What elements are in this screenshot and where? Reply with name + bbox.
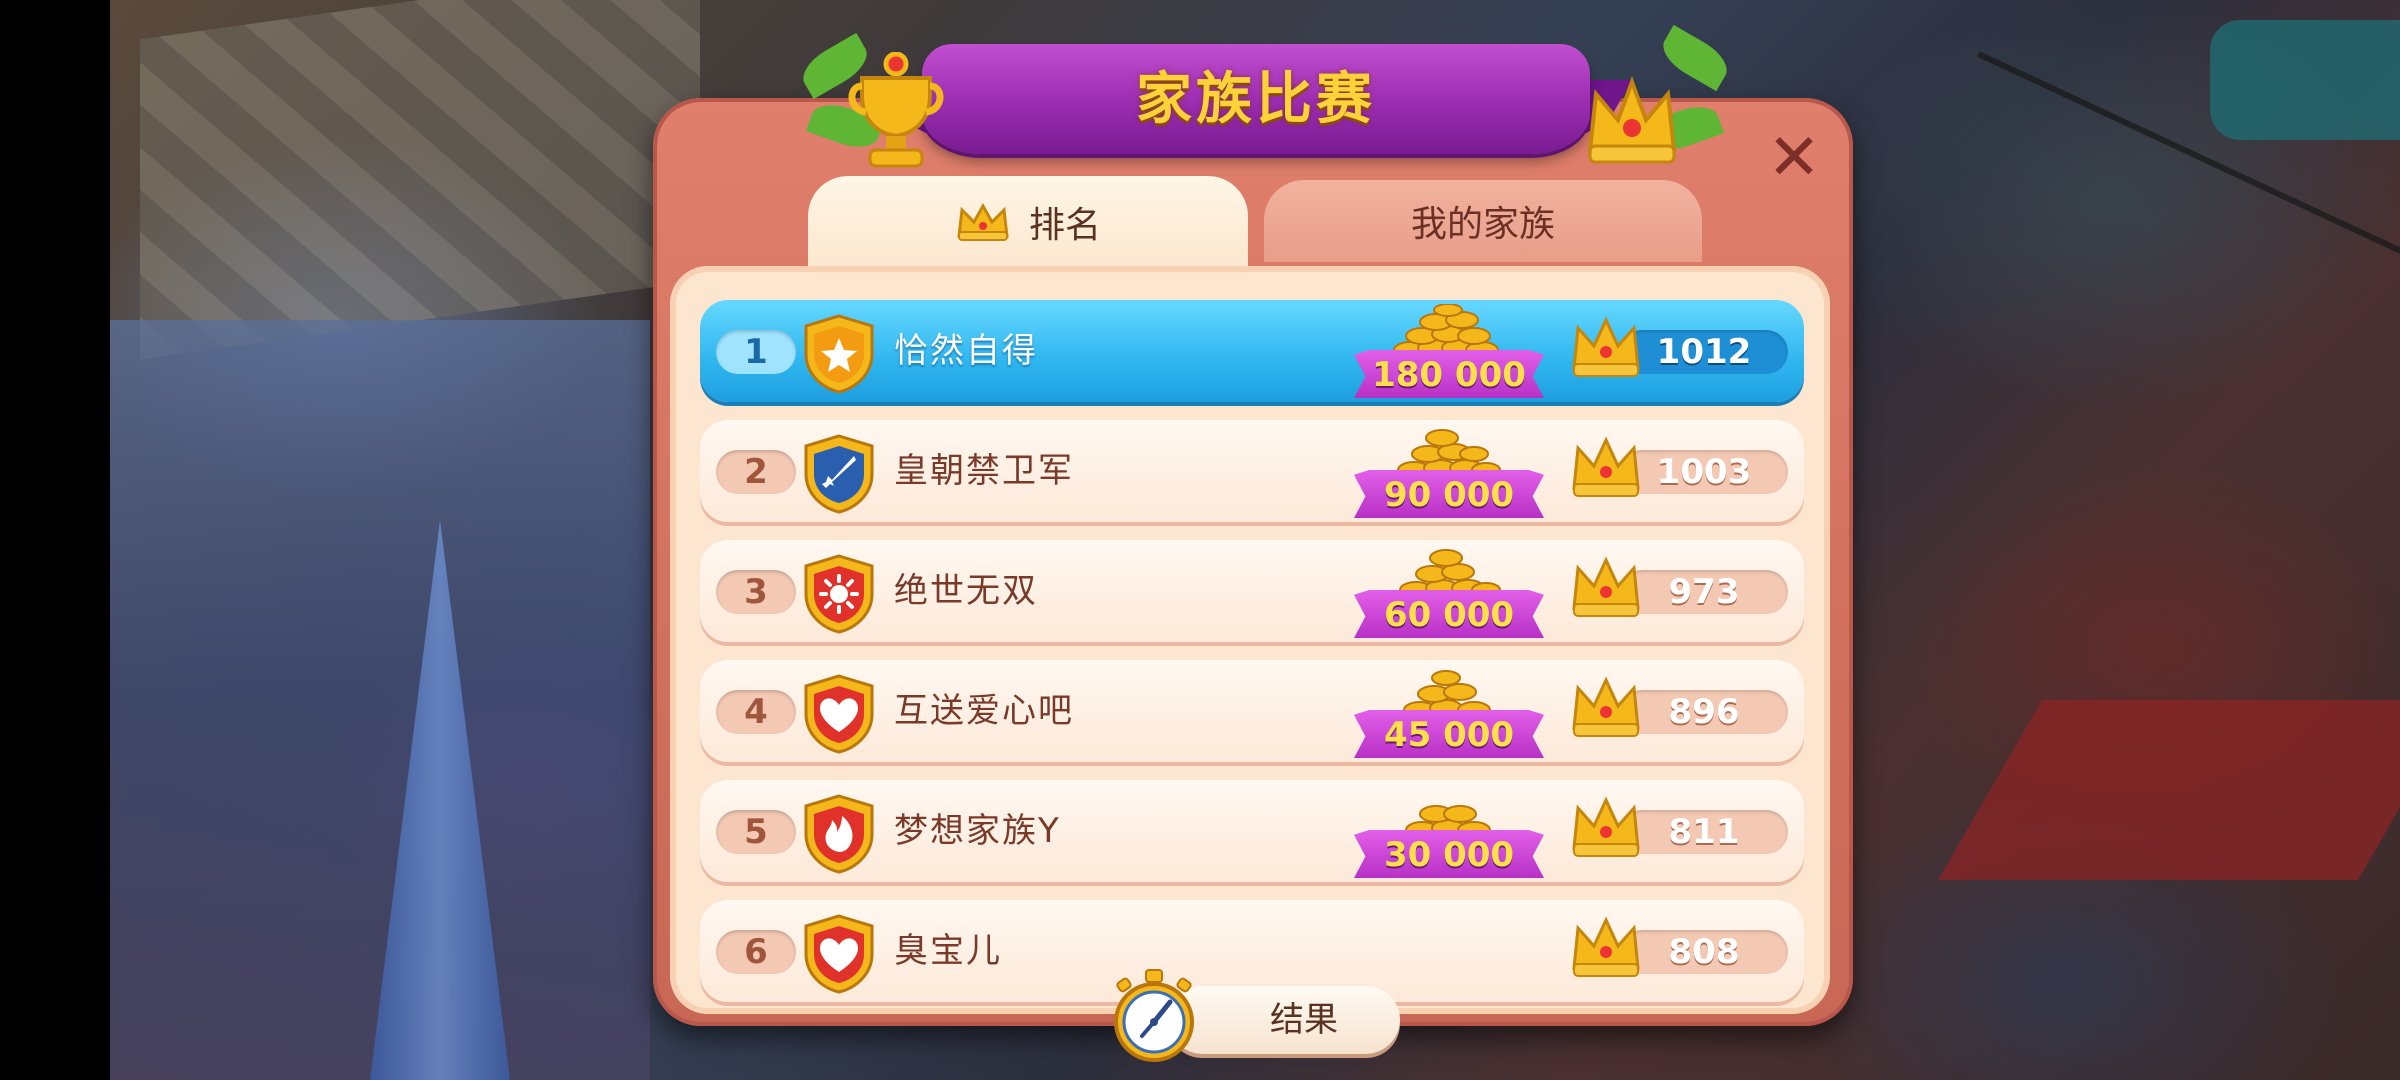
- close-button[interactable]: ✕: [1764, 126, 1824, 190]
- tab-ranking-label: 排名: [1028, 205, 1101, 246]
- stopwatch-icon: [1114, 969, 1194, 1062]
- red-rug: [1938, 700, 2400, 880]
- sun-shield-icon: [804, 554, 874, 634]
- clan-name: 臭宝儿: [894, 931, 1002, 971]
- reward-amount: 45 000: [1354, 710, 1544, 758]
- ranking-row[interactable]: 2 皇朝禁卫军 90 000 1003: [700, 420, 1804, 522]
- reward-amount: 60 000: [1354, 590, 1544, 638]
- heart-shield-icon: [804, 914, 874, 994]
- reward-badge: 180 000: [1350, 304, 1550, 408]
- rank-number: 1: [716, 330, 796, 374]
- rank-number: 2: [716, 450, 796, 494]
- score-value: 808: [1620, 930, 1788, 974]
- rank-number: 6: [716, 930, 796, 974]
- crown-icon: [1572, 916, 1640, 977]
- score-value: 896: [1620, 690, 1788, 734]
- ranking-list[interactable]: 1 恰然自得 180 000 1012 2 皇朝禁卫军 90 000 1003 …: [670, 266, 1830, 1014]
- score-box: 1012: [1570, 316, 1790, 377]
- tab-my-clan[interactable]: 我的家族: [1264, 180, 1702, 262]
- reward-badge: 60 000: [1350, 544, 1550, 648]
- paris-room: [110, 320, 650, 1080]
- clan-name: 皇朝禁卫军: [894, 451, 1074, 491]
- rank-number: 3: [716, 570, 796, 614]
- sword-shield-icon: [804, 434, 874, 514]
- score-box: 811: [1570, 796, 1790, 857]
- crown-icon: [1572, 556, 1640, 617]
- tiled-floor: [140, 0, 700, 360]
- clan-name: 绝世无双: [894, 571, 1038, 611]
- score-box: 973: [1570, 556, 1790, 617]
- ranking-row[interactable]: 1 恰然自得 180 000 1012: [700, 300, 1804, 402]
- reward-badge: 45 000: [1350, 664, 1550, 768]
- reward-amount: 90 000: [1354, 470, 1544, 518]
- dialog-title: 家族比赛: [1136, 67, 1376, 132]
- score-value: 1003: [1620, 450, 1788, 494]
- flame-shield-icon: [804, 794, 874, 874]
- heart-shield-icon: [804, 674, 874, 754]
- reward-amount: 180 000: [1354, 350, 1544, 398]
- ranking-row[interactable]: 5 梦想家族Y 30 000 811: [700, 780, 1804, 882]
- score-value: 1012: [1620, 330, 1788, 374]
- ranking-row[interactable]: 4 互送爱心吧 45 000 896: [700, 660, 1804, 762]
- clan-name: 互送爱心吧: [894, 691, 1074, 731]
- teal-sofa: [2210, 20, 2400, 140]
- reward-badge: 90 000: [1350, 424, 1550, 528]
- crown-icon: [1587, 76, 1677, 164]
- rank-number: 5: [716, 810, 796, 854]
- score-value: 973: [1620, 570, 1788, 614]
- crown-icon: [1572, 676, 1640, 737]
- rank-number: 4: [716, 690, 796, 734]
- tab-ranking[interactable]: 排名: [808, 176, 1248, 268]
- reward-amount: 30 000: [1354, 830, 1544, 878]
- clan-name: 梦想家族Y: [894, 811, 1061, 851]
- reward-badge: 30 000: [1350, 784, 1550, 888]
- ranking-row[interactable]: 3 绝世无双 60 000 973: [700, 540, 1804, 642]
- star-shield-icon: [804, 314, 874, 394]
- score-box: 896: [1570, 676, 1790, 737]
- score-box: 1003: [1570, 436, 1790, 497]
- crown-icon: [1572, 436, 1640, 497]
- crown-icon: [957, 202, 1009, 241]
- score-box: 808: [1570, 916, 1790, 977]
- tab-my-clan-label: 我的家族: [1410, 204, 1555, 245]
- score-value: 811: [1620, 810, 1788, 854]
- crown-icon: [1572, 796, 1640, 857]
- clan-name: 恰然自得: [894, 331, 1038, 371]
- crown-icon: [1572, 316, 1640, 377]
